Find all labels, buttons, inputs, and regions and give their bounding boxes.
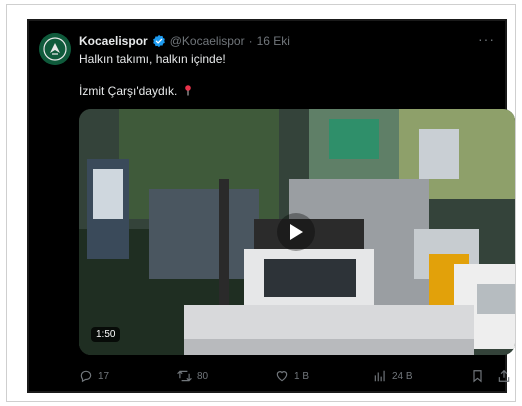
bar-chart-icon — [374, 370, 385, 382]
separator-dot: · — [248, 34, 253, 48]
more-options-icon[interactable]: ··· — [478, 31, 495, 47]
handle[interactable]: @Kocaelispor — [170, 34, 245, 48]
tweet-actions: 17 80 1 B 24 B — [79, 367, 510, 385]
tweet-text-line-1: Halkın takımı, halkın içinde! — [79, 52, 226, 66]
retweet-count: 80 — [197, 370, 209, 382]
reply-count: 17 — [98, 370, 110, 382]
tweet-header: Kocaelispor @Kocaelispor · 16 Eki — [79, 32, 495, 50]
play-icon — [290, 224, 303, 240]
round-pushpin-icon — [184, 85, 191, 96]
verified-badge-icon — [152, 34, 165, 48]
tweet-date[interactable]: 16 Eki — [257, 34, 290, 48]
screenshot-frame: Kocaelispor @Kocaelispor · 16 Eki ··· Ha… — [6, 4, 516, 402]
bookmark-icon — [473, 370, 482, 383]
play-button[interactable] — [277, 213, 315, 251]
reply-icon — [80, 370, 92, 383]
video-player[interactable]: 1:50 — [79, 109, 515, 355]
share-button[interactable] — [497, 367, 511, 385]
views-button[interactable]: 24 B — [373, 367, 413, 385]
view-count: 24 B — [392, 370, 413, 382]
tweet-text-line-2-text: İzmit Çarşı'daydık. — [79, 84, 178, 98]
reply-button[interactable]: 17 — [79, 367, 109, 385]
tweet-card[interactable]: Kocaelispor @Kocaelispor · 16 Eki ··· Ha… — [27, 19, 515, 393]
bookmark-button[interactable] — [471, 367, 484, 385]
display-name[interactable]: Kocaelispor — [79, 34, 148, 48]
retweet-icon — [177, 370, 192, 382]
like-count: 1 B — [294, 370, 310, 382]
avatar[interactable] — [39, 33, 71, 65]
like-button[interactable]: 1 B — [275, 367, 309, 385]
retweet-button[interactable]: 80 — [177, 367, 208, 385]
heart-icon — [276, 371, 288, 382]
kocaelispor-logo-icon — [39, 33, 71, 65]
share-icon — [498, 369, 510, 382]
tweet-text-line-2: İzmit Çarşı'daydık. — [79, 84, 192, 98]
video-duration: 1:50 — [91, 327, 121, 342]
